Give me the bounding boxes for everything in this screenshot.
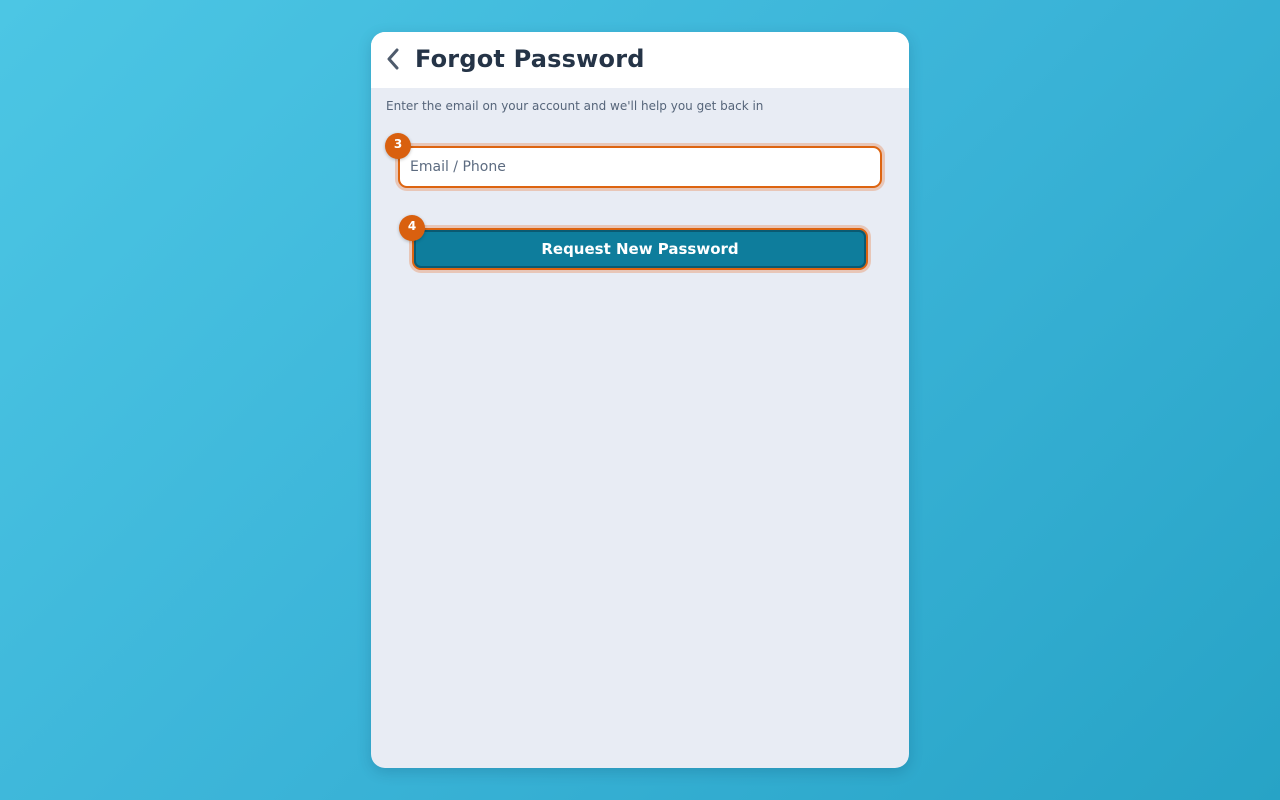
request-new-password-button[interactable]: Request New Password — [414, 230, 866, 268]
header-bar: Forgot Password — [371, 32, 909, 88]
email-phone-input[interactable] — [400, 148, 880, 186]
email-phone-field — [398, 146, 882, 188]
chevron-left-icon — [386, 48, 400, 74]
page-title: Forgot Password — [415, 45, 645, 73]
step-badge-input: 3 — [385, 133, 411, 159]
page-subtitle: Enter the email on your account and we'l… — [386, 99, 764, 113]
forgot-password-card: Forgot Password Enter the email on your … — [371, 32, 909, 768]
back-button[interactable] — [381, 48, 405, 74]
request-password-button-frame: Request New Password — [412, 228, 868, 270]
step-badge-button: 4 — [399, 215, 425, 241]
